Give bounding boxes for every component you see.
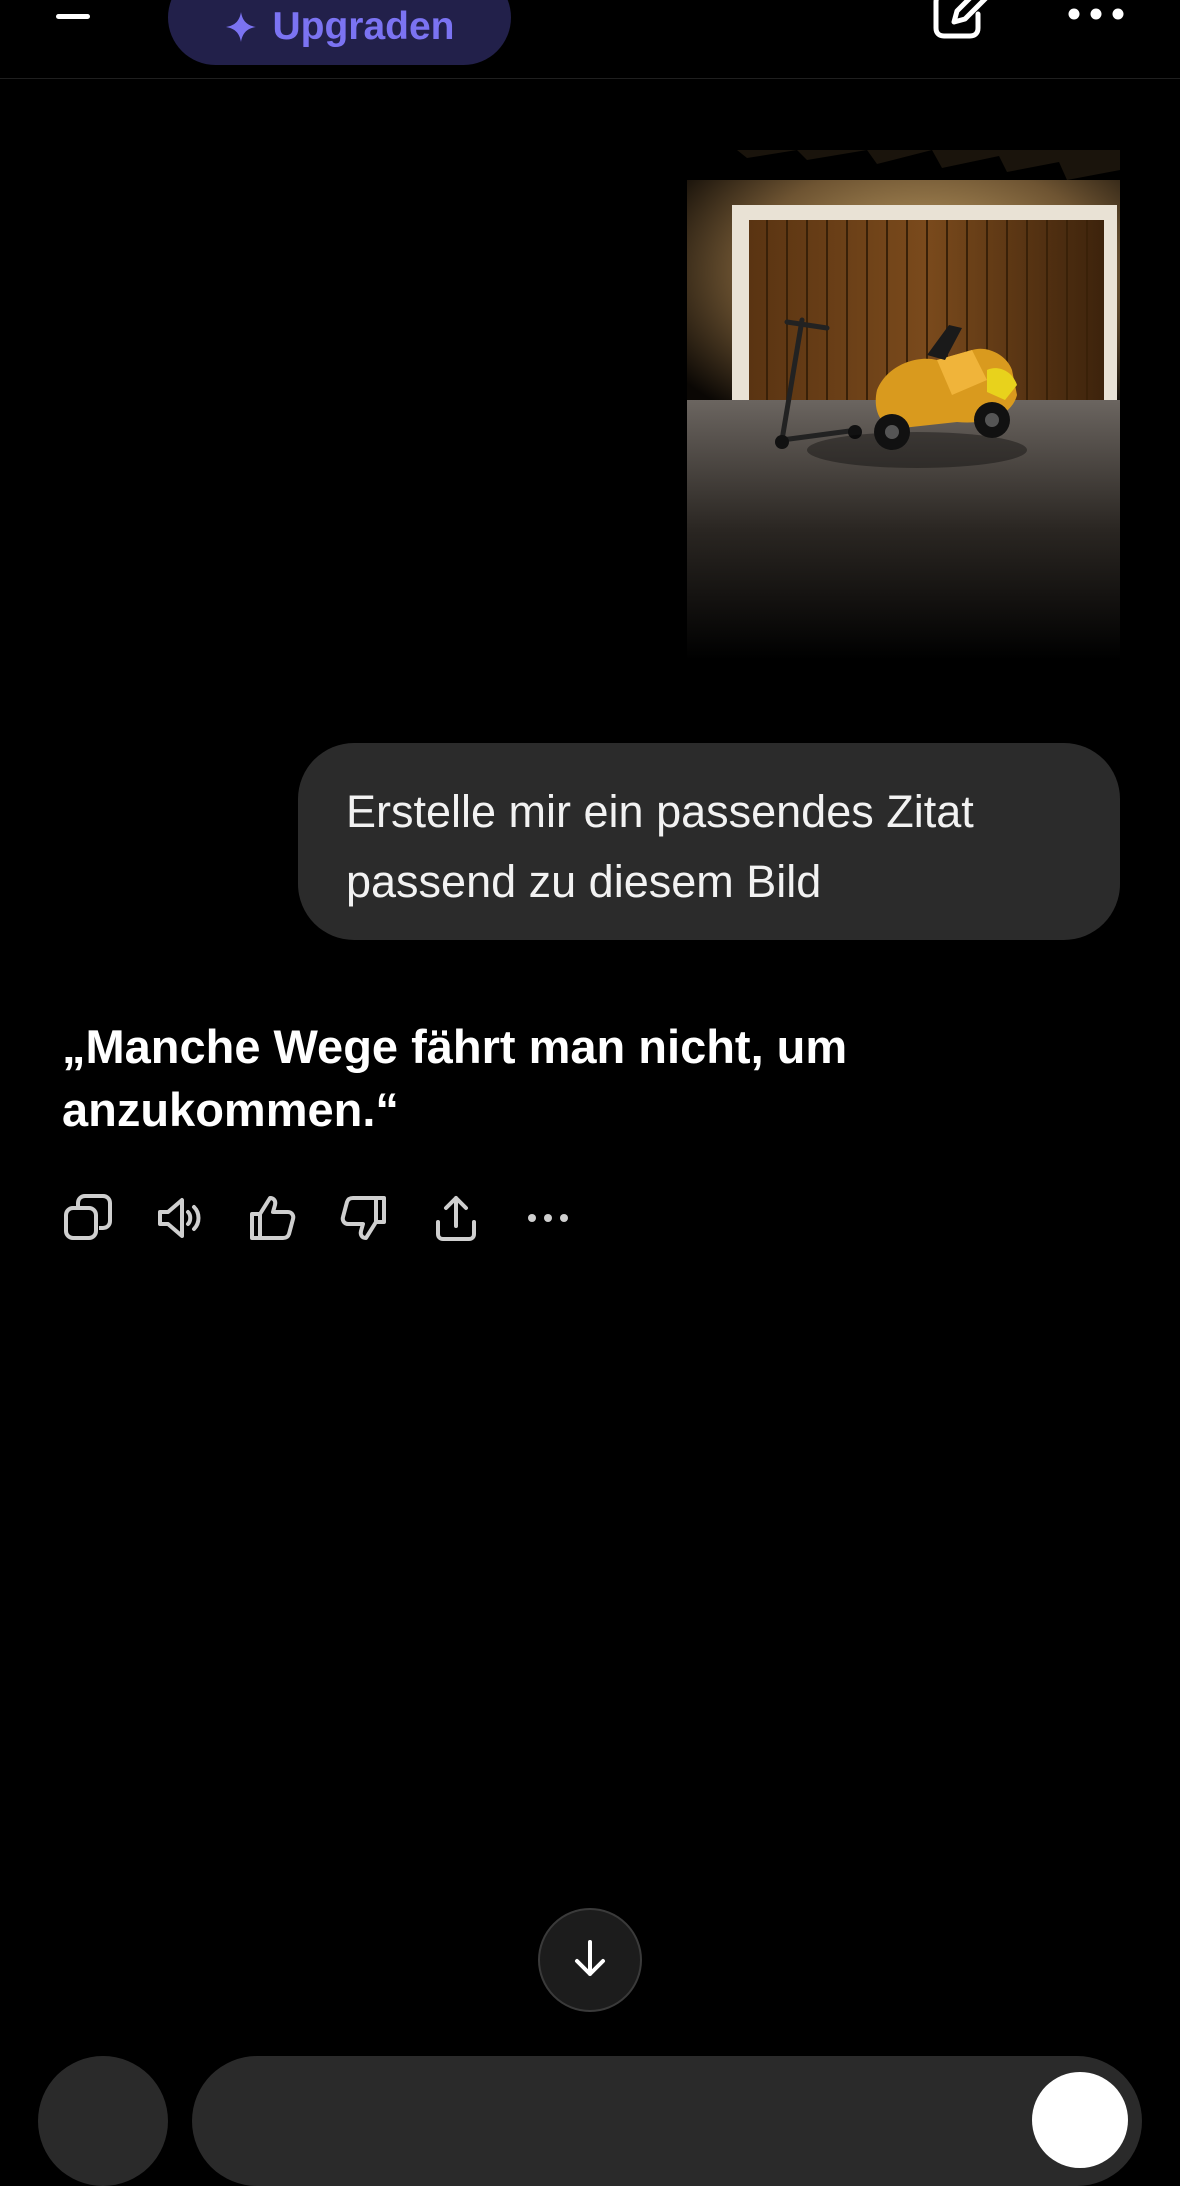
arrow-down-icon — [568, 1936, 612, 1985]
top-bar: Upgraden — [0, 0, 1180, 79]
uploaded-image[interactable] — [687, 150, 1120, 660]
sparkle-icon — [224, 10, 258, 44]
upgrade-label: Upgraden — [272, 4, 455, 48]
share-icon[interactable] — [430, 1192, 482, 1244]
send-button[interactable] — [1032, 2072, 1128, 2168]
more-icon[interactable] — [1066, 0, 1126, 28]
scroll-down-button[interactable] — [538, 1908, 642, 2012]
hamburger-menu-icon[interactable] — [56, 0, 112, 30]
user-message-bubble: Erstelle mir ein passendes Zitat passend… — [298, 743, 1120, 940]
new-chat-icon[interactable] — [930, 0, 994, 44]
more-icon[interactable] — [522, 1192, 574, 1244]
assistant-message: „Manche Wege fährt man nicht, um anzukom… — [62, 1020, 848, 1136]
upgrade-button[interactable]: Upgraden — [168, 0, 511, 65]
message-input[interactable] — [192, 2056, 1142, 2186]
thumbs-down-icon[interactable] — [338, 1192, 390, 1244]
read-aloud-icon[interactable] — [154, 1192, 206, 1244]
message-actions — [62, 1192, 614, 1244]
thumbs-up-icon[interactable] — [246, 1192, 298, 1244]
copy-icon[interactable] — [62, 1192, 114, 1244]
attach-button[interactable] — [38, 2056, 168, 2186]
